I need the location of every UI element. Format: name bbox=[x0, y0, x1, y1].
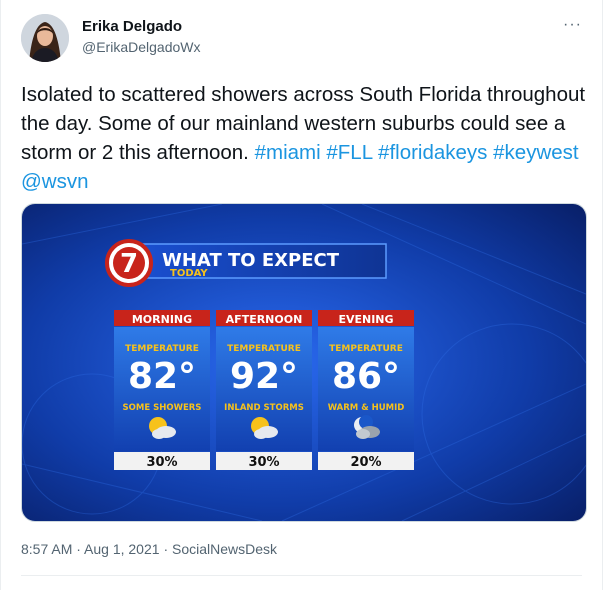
hashtag-miami[interactable]: #miami bbox=[255, 141, 321, 164]
mention-wsvn[interactable]: @wsvn bbox=[21, 170, 89, 193]
divider bbox=[21, 575, 582, 576]
temperature-value: 82° bbox=[128, 356, 196, 397]
period-label: AFTERNOON bbox=[226, 313, 303, 326]
period-label: MORNING bbox=[132, 313, 192, 326]
timestamp[interactable]: 8:57 AM · Aug 1, 2021 bbox=[21, 541, 160, 557]
period-label: EVENING bbox=[338, 313, 393, 326]
tweet-text: Isolated to scattered showers across Sou… bbox=[21, 80, 586, 196]
chance-value: 30% bbox=[248, 455, 279, 470]
author-handle[interactable]: @ErikaDelgadoWx bbox=[82, 39, 200, 55]
condition-label: WARM & HUMID bbox=[328, 403, 405, 413]
temperature-label: TEMPERATURE bbox=[329, 344, 403, 354]
tweet: Erika Delgado @ErikaDelgadoWx ··· Isolat… bbox=[0, 0, 603, 590]
temperature-label: TEMPERATURE bbox=[125, 344, 199, 354]
hashtag-floridakeys[interactable]: #floridakeys bbox=[378, 141, 487, 164]
condition-label: SOME SHOWERS bbox=[123, 403, 202, 413]
temperature-value: 86° bbox=[332, 356, 400, 397]
forecast-column-morning: MORNING TEMPERATURE 82° SOME SHOWERS 30% bbox=[114, 310, 210, 470]
graphic-subtitle: TODAY bbox=[170, 268, 208, 279]
avatar[interactable] bbox=[21, 14, 69, 62]
chance-value: 20% bbox=[350, 455, 381, 470]
hashtag-keywest[interactable]: #keywest bbox=[493, 141, 578, 164]
temperature-label: TEMPERATURE bbox=[227, 344, 301, 354]
more-options-icon[interactable]: ··· bbox=[563, 16, 582, 34]
forecast-column-afternoon: AFTERNOON TEMPERATURE 92° INLAND STORMS … bbox=[216, 310, 312, 470]
forecast-column-evening: EVENING TEMPERATURE 86° WARM & HUMID 20% bbox=[318, 310, 414, 470]
tweet-meta: 8:57 AM · Aug 1, 2021 · SocialNewsDesk bbox=[21, 541, 277, 557]
source-app[interactable]: SocialNewsDesk bbox=[172, 541, 277, 557]
weather-graphic[interactable]: 7 WHAT TO EXPECT TODAY MORNING TEMPERATU… bbox=[21, 203, 587, 522]
author-name[interactable]: Erika Delgado bbox=[82, 18, 182, 35]
chance-value: 30% bbox=[146, 455, 177, 470]
meta-separator: · bbox=[163, 541, 172, 557]
hashtag-fll[interactable]: #FLL bbox=[326, 141, 372, 164]
condition-label: INLAND STORMS bbox=[224, 403, 304, 413]
temperature-value: 92° bbox=[230, 356, 298, 397]
logo-number: 7 bbox=[120, 249, 138, 279]
